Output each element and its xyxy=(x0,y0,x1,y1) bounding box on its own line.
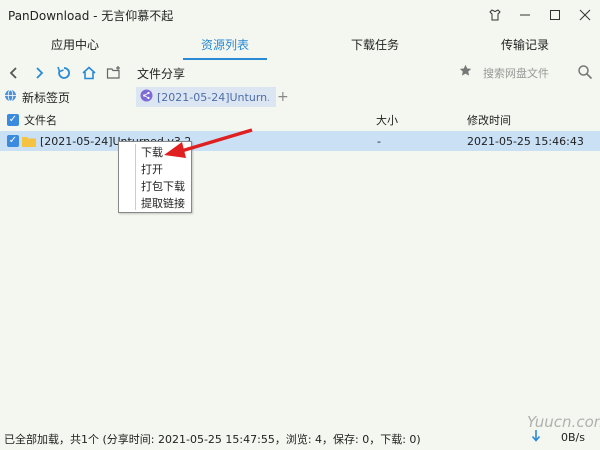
title-bar: PanDownload - 无言仰慕不起 xyxy=(0,0,600,30)
browser-tabstrip: 新标签页 [2021-05-24]Unturn…… + xyxy=(0,86,600,108)
menu-item-pack-download[interactable]: 打包下载 xyxy=(119,178,191,195)
new-tab[interactable]: 新标签页 xyxy=(0,86,70,108)
row-modified-time: 2021-05-25 15:46:43 xyxy=(467,134,584,148)
window-controls xyxy=(480,0,600,30)
tab-resource-list[interactable]: 资源列表 xyxy=(150,32,300,60)
minimize-icon[interactable] xyxy=(510,0,540,30)
row-file-size: - xyxy=(377,134,381,148)
folder-icon xyxy=(22,136,36,147)
main-tabs: 应用中心 资源列表 下载任务 传输记录 xyxy=(0,32,600,60)
search-input[interactable] xyxy=(483,63,571,83)
window-title: PanDownload - 无言仰慕不起 xyxy=(8,8,174,23)
maximize-icon[interactable] xyxy=(540,0,570,30)
share-icon xyxy=(140,89,153,105)
forward-icon[interactable] xyxy=(28,62,50,84)
column-name[interactable]: 文件名 xyxy=(24,112,57,128)
menu-item-extract-link[interactable]: 提取链接 xyxy=(119,195,191,212)
table-row[interactable]: ✓ [2021-05-24]Unturned v3.21.18.0 - 2021… xyxy=(0,131,600,151)
column-size[interactable]: 大小 xyxy=(376,112,398,128)
row-checkbox[interactable]: ✓ xyxy=(7,135,19,147)
watermark-logo: Yuucn.com xyxy=(527,413,600,431)
star-icon[interactable] xyxy=(459,64,473,80)
tab-app-center[interactable]: 应用中心 xyxy=(0,32,150,60)
column-modified-time[interactable]: 修改时间 xyxy=(467,112,511,128)
globe-icon xyxy=(4,89,17,105)
tab-transfer-records[interactable]: 传输记录 xyxy=(450,32,600,60)
status-bar: 已全部加载，共1个 (分享时间: 2021-05-25 15:47:55，浏览:… xyxy=(0,428,600,450)
home-icon[interactable] xyxy=(78,62,100,84)
annotation-arrow xyxy=(164,128,253,158)
back-icon[interactable] xyxy=(3,62,25,84)
current-path: 文件分享 xyxy=(137,66,186,81)
status-text: 已全部加载，共1个 (分享时间: 2021-05-25 15:47:55，浏览:… xyxy=(4,433,421,446)
close-icon[interactable] xyxy=(570,0,600,30)
new-folder-icon[interactable] xyxy=(103,62,125,84)
page-tab-label: [2021-05-24]Unturn…… xyxy=(157,90,269,104)
tab-shared-page[interactable]: [2021-05-24]Unturn…… xyxy=(136,87,276,107)
select-all-checkbox[interactable]: ✓ xyxy=(7,114,19,126)
new-tab-label: 新标签页 xyxy=(22,90,71,105)
download-speed: 0B/s xyxy=(561,431,585,444)
download-arrow-icon xyxy=(531,430,541,445)
tab-download-tasks[interactable]: 下载任务 xyxy=(300,32,450,60)
skin-icon[interactable] xyxy=(480,0,510,30)
refresh-icon[interactable] xyxy=(53,62,75,84)
column-header-row: ✓ 文件名 大小 修改时间 xyxy=(0,110,600,130)
toolbar: 文件分享 xyxy=(0,60,600,86)
background-watermark: ​ xyxy=(29,201,51,269)
search-icon[interactable] xyxy=(577,64,595,82)
add-tab-button[interactable]: + xyxy=(277,87,291,107)
